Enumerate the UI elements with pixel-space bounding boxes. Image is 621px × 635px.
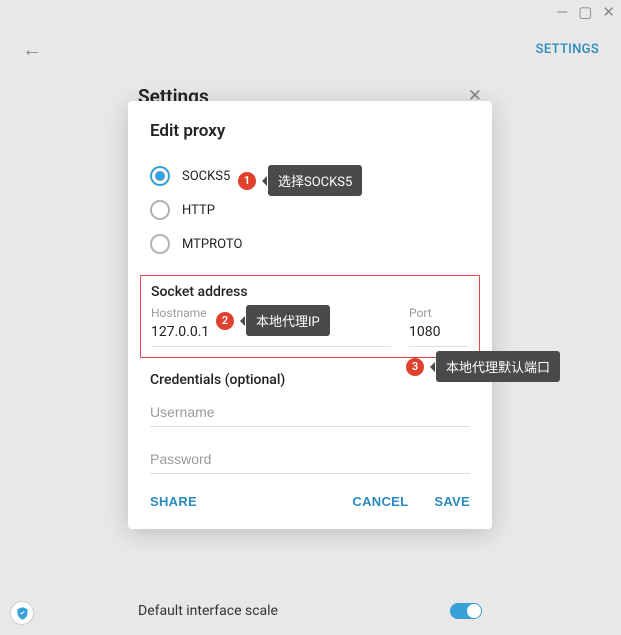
radio-icon	[150, 234, 170, 254]
port-label: Port	[409, 306, 469, 320]
socket-address-title: Socket address	[151, 284, 469, 300]
radio-socks5[interactable]: SOCKS5	[150, 159, 470, 193]
radio-label: SOCKS5	[182, 169, 230, 184]
password-input[interactable]	[150, 441, 470, 474]
radio-icon	[150, 200, 170, 220]
settings-link[interactable]: SETTINGS	[536, 42, 599, 57]
cancel-button[interactable]: CANCEL	[352, 494, 408, 509]
shield-icon[interactable]	[10, 601, 34, 625]
socket-address-section: Socket address Hostname 127.0.0.1 Port 1…	[140, 275, 480, 358]
window-close-icon[interactable]: ✕	[602, 5, 615, 20]
radio-icon	[150, 166, 170, 186]
default-scale-row: Default interface scale	[114, 588, 506, 634]
radio-label: HTTP	[182, 203, 215, 218]
radio-http[interactable]: HTTP	[150, 193, 470, 227]
window-titlebar: — ▢ ✕	[0, 0, 621, 24]
default-scale-toggle[interactable]	[450, 603, 482, 619]
username-input[interactable]	[150, 394, 470, 427]
minimize-icon[interactable]: —	[557, 5, 569, 20]
hostname-label: Hostname	[151, 306, 391, 320]
back-arrow-icon[interactable]: ←	[22, 37, 42, 62]
topbar: ← SETTINGS	[0, 24, 621, 74]
radio-mtproto[interactable]: MTPROTO	[150, 227, 470, 261]
credentials-title: Credentials (optional)	[150, 372, 470, 388]
radio-label: MTPROTO	[182, 237, 242, 252]
share-button[interactable]: SHARE	[150, 494, 197, 509]
save-button[interactable]: SAVE	[434, 494, 470, 509]
modal-buttons: SHARE CANCEL SAVE	[128, 474, 492, 517]
credentials-section: Credentials (optional)	[128, 358, 492, 474]
maximize-icon[interactable]: ▢	[578, 5, 592, 20]
port-field[interactable]: Port 1080	[409, 306, 469, 347]
hostname-field[interactable]: Hostname 127.0.0.1	[151, 306, 391, 347]
modal-title: Edit proxy	[128, 101, 492, 159]
port-value: 1080	[409, 324, 469, 347]
default-scale-label: Default interface scale	[138, 603, 278, 619]
edit-proxy-modal: Edit proxy SOCKS5 HTTP MTPROTO Socket ad…	[128, 101, 492, 529]
hostname-value: 127.0.0.1	[151, 324, 391, 347]
